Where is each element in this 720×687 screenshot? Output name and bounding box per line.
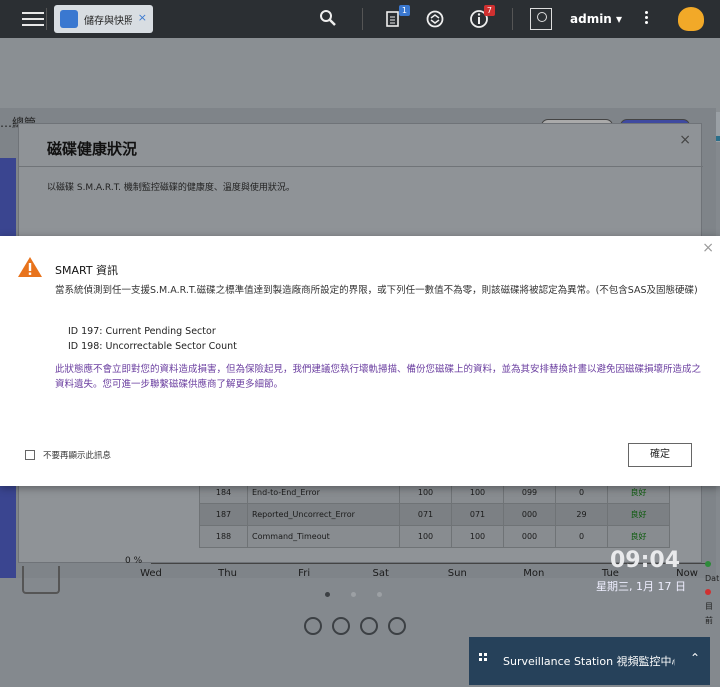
status-cell: 良好 (607, 525, 670, 548)
edit-icon[interactable] (388, 617, 406, 635)
window-title: 磁碟健康狀況 (47, 140, 138, 158)
chevron-up-icon[interactable]: ⌃ (690, 651, 700, 665)
table-cell: 0 (555, 525, 608, 548)
ok-button[interactable]: 確定 (628, 443, 692, 467)
dont-show-again-checkbox[interactable] (25, 450, 35, 460)
x-tick-label: Fri (298, 568, 311, 579)
dialog-title: SMART 資訊 (55, 264, 119, 277)
clock-date: 星期三, 1月 17 日 (596, 580, 686, 593)
bottom-dock (304, 617, 416, 639)
legend-item: 目前 (705, 586, 719, 628)
legend-dot (705, 589, 711, 595)
notification-text: Surveillance Station 視頻監控中心 (503, 655, 675, 668)
smart-table: 184 End-to-End_Error 100 100 099 0 良好 18… (199, 481, 670, 548)
checkbox-label: 不要再顯示此訊息 (43, 451, 112, 461)
external-device-icon[interactable] (425, 9, 445, 29)
page-dot[interactable] (325, 592, 330, 597)
window-description: 以磁碟 S.M.A.R.T. 機制監控磁碟的健康度、溫度與使用狀況。 (47, 183, 295, 193)
legend-item: Dat (705, 558, 719, 586)
app-tab-storage[interactable]: 儲存與快照總管 × (54, 5, 153, 33)
clock-time: 09:04 (610, 548, 681, 573)
grid-icon (479, 653, 489, 663)
dashboard-icon[interactable] (678, 7, 704, 31)
x-tick-label: Mon (523, 568, 545, 579)
background-tasks-icon[interactable]: 1 (384, 5, 410, 29)
table-cell: 188 (199, 525, 248, 548)
divider (512, 8, 513, 30)
desktop-widget (22, 566, 60, 594)
cloud-icon[interactable] (304, 617, 322, 635)
page-dot[interactable] (377, 592, 382, 597)
table-cell: 100 (451, 525, 504, 548)
table-cell: Command_Timeout (247, 525, 400, 548)
divider (362, 8, 363, 30)
smart-id-list: ID 197: Current Pending Sector ID 198: U… (68, 324, 237, 354)
main-menu-button[interactable] (22, 8, 44, 30)
table-cell: 100 (399, 525, 452, 548)
smart-id-item: ID 197: Current Pending Sector (68, 326, 216, 337)
smart-id-item: ID 198: Uncorrectable Sector Count (68, 341, 237, 352)
chart-legend: Dat 目前 (705, 558, 719, 628)
more-options-icon[interactable] (645, 9, 649, 29)
close-icon[interactable]: × (138, 11, 147, 24)
x-tick-label: Sat (372, 568, 389, 579)
status-cell: 良好 (607, 503, 670, 526)
legend-dot (705, 561, 711, 567)
table-cell: 000 (503, 525, 556, 548)
table-cell: 000 (503, 503, 556, 526)
x-tick-label: Thu (218, 568, 237, 579)
tasks-badge: 1 (398, 5, 410, 16)
dialog-body: 當系統偵測到任一支援S.M.A.R.T.磁碟之標準值達到製造廠商所設定的界限，或… (55, 285, 698, 296)
search-icon[interactable] (318, 9, 338, 29)
app-tab-label: 儲存與快照總管 (84, 16, 132, 27)
close-icon[interactable]: × (679, 132, 691, 148)
surveillance-notification[interactable]: Surveillance Station 視頻監控中心 ⌃ (469, 637, 710, 685)
page-dot[interactable] (351, 592, 356, 597)
table-cell: Reported_Uncorrect_Error (247, 503, 400, 526)
table-cell: 29 (555, 503, 608, 526)
table-cell: 187 (199, 503, 248, 526)
table-row[interactable]: 188 Command_Timeout 100 100 000 0 良好 (199, 525, 670, 548)
table-row[interactable]: 187 Reported_Uncorrect_Error 071 071 000… (199, 503, 670, 526)
smart-info-dialog: × SMART 資訊 當系統偵測到任一支援S.M.A.R.T.磁碟之標準值達到製… (0, 236, 720, 486)
table-cell: 071 (451, 503, 504, 526)
x-tick-label: Sun (447, 568, 467, 579)
table-cell: 071 (399, 503, 452, 526)
divider (46, 8, 47, 30)
dialog-note: 此狀態應不會立即對您的資料造成損害，但為保險起見，我們建議您執行壞軌掃描、備份您… (55, 364, 702, 390)
y-tick-label: 0 % (125, 556, 143, 566)
x-tick-label: Wed (140, 568, 162, 579)
desktop-pager (325, 582, 403, 601)
divider (19, 166, 703, 167)
event-notifications-icon[interactable]: 7 (469, 5, 495, 29)
user-avatar-icon[interactable] (530, 8, 552, 30)
storage-app-icon (60, 10, 78, 28)
warning-icon (18, 257, 42, 277)
user-menu[interactable]: admin ▾ (570, 12, 622, 26)
tools-icon[interactable] (332, 617, 350, 635)
close-icon[interactable]: × (702, 240, 714, 256)
top-bar: 儲存與快照總管 × 1 7 admin ▾ (0, 0, 720, 38)
book-icon[interactable] (360, 617, 378, 635)
notification-badge: 7 (483, 5, 495, 16)
